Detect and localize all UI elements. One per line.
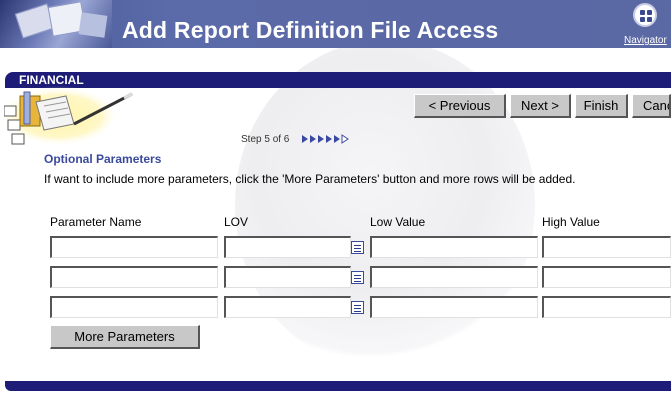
- low-value-input[interactable]: [370, 236, 538, 258]
- parameter-name-input[interactable]: [50, 296, 218, 318]
- low-value-input[interactable]: [370, 266, 538, 288]
- navigator-icon[interactable]: [633, 3, 657, 27]
- column-header-high-value: High Value: [542, 215, 600, 229]
- cancel-button[interactable]: Cancel: [632, 94, 671, 118]
- previous-button[interactable]: < Previous: [414, 94, 506, 118]
- step-indicator: Step 5 of 6: [241, 134, 290, 145]
- column-header-low-value: Low Value: [370, 215, 426, 229]
- column-header-parameter-name: Parameter Name: [50, 215, 142, 229]
- financial-label: FINANCIAL: [19, 73, 84, 87]
- lov-input[interactable]: [224, 296, 351, 318]
- lov-input[interactable]: [224, 236, 351, 258]
- more-parameters-button[interactable]: More Parameters: [50, 325, 200, 349]
- wizard-icon: [4, 86, 133, 146]
- header-image: [0, 0, 112, 48]
- parameter-name-input[interactable]: [50, 266, 218, 288]
- lov-input[interactable]: [224, 266, 351, 288]
- optional-parameters-title: Optional Parameters: [44, 152, 162, 166]
- list-icon[interactable]: [351, 271, 364, 284]
- low-value-input[interactable]: [370, 296, 538, 318]
- high-value-input[interactable]: [542, 236, 671, 258]
- high-value-input[interactable]: [542, 296, 671, 318]
- column-header-lov: LOV: [224, 215, 249, 229]
- list-icon[interactable]: [351, 301, 364, 314]
- instructions-text: If want to include more parameters, clic…: [44, 172, 576, 186]
- parameter-name-input[interactable]: [50, 236, 218, 258]
- finish-button[interactable]: Finish: [575, 94, 628, 118]
- next-button[interactable]: Next >: [510, 94, 571, 118]
- page-title: Add Report Definition File Access: [122, 17, 499, 43]
- list-icon[interactable]: [351, 241, 364, 254]
- background-globe: [235, 40, 535, 370]
- navigator-link[interactable]: Navigator: [624, 35, 667, 46]
- high-value-input[interactable]: [542, 266, 671, 288]
- footer-band: [5, 381, 671, 391]
- page-header: Add Report Definition File Access Naviga…: [0, 0, 671, 48]
- step-arrows-icon: [302, 134, 349, 144]
